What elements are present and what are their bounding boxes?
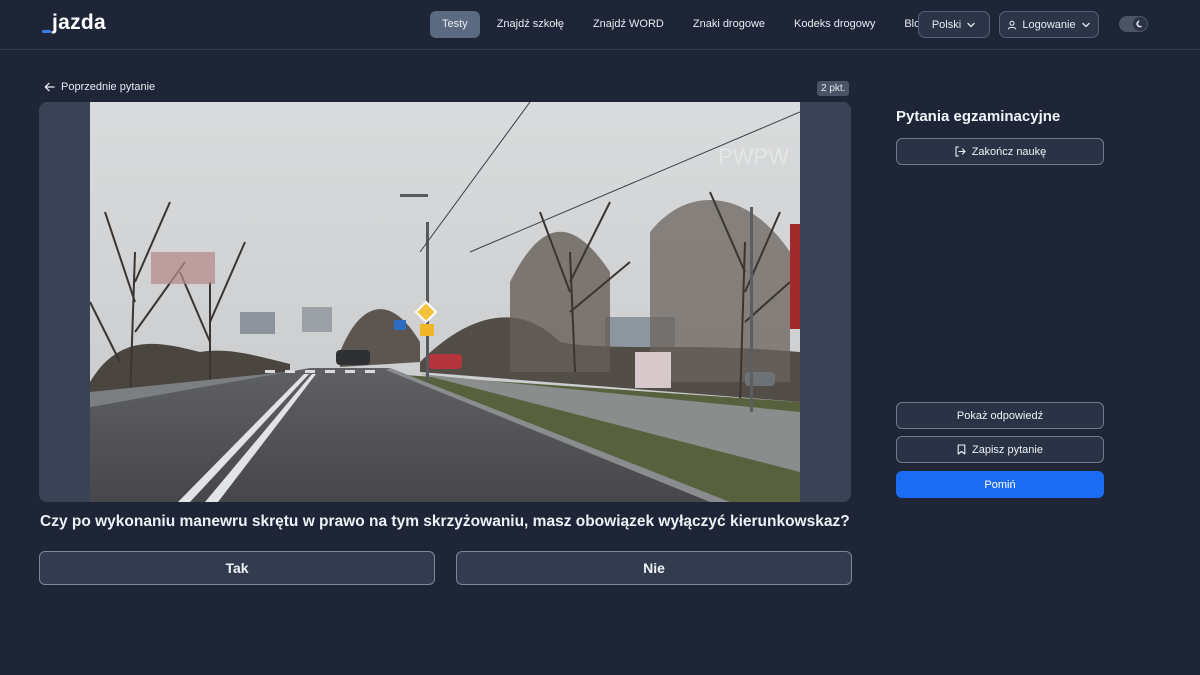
question-media: PWPW — [39, 102, 851, 502]
arrow-left-icon — [44, 82, 55, 92]
nav-item-kodeks-drogowy[interactable]: Kodeks drogowy — [782, 11, 887, 38]
question-text: Czy po wykonaniu manewru skrętu w prawo … — [40, 513, 850, 530]
logo-mark-icon — [42, 19, 51, 35]
exit-icon — [954, 146, 966, 157]
sidebar-title: Pytania egzaminacyjne — [896, 108, 1061, 125]
points-badge: 2 pkt. — [817, 81, 850, 96]
nav-item-znajdz-word[interactable]: Znajdź WORD — [581, 11, 676, 38]
language-label: Polski — [931, 18, 962, 31]
nav-item-znaki-drogowe[interactable]: Znaki drogowe — [681, 11, 777, 38]
logo-text: jazda — [52, 11, 107, 34]
moon-icon — [1133, 17, 1147, 31]
login-label: Logowanie — [1022, 18, 1076, 31]
show-answer-label: Pokaż odpowiedź — [956, 409, 1044, 422]
answer-no-button[interactable]: Nie — [456, 551, 852, 585]
skip-button[interactable]: Pomiń — [896, 471, 1104, 498]
end-learning-button[interactable]: Zakończ naukę — [896, 138, 1104, 165]
save-question-label: Zapisz pytanie — [972, 443, 1043, 456]
road-intersection-photo: PWPW — [90, 102, 800, 502]
chevron-down-icon — [1081, 20, 1091, 30]
bookmark-icon — [957, 444, 966, 455]
previous-question-label: Poprzednie pytanie — [61, 81, 156, 93]
nav-item-testy[interactable]: Testy — [430, 11, 480, 38]
top-navbar: jazda Testy Znajdź szkołę Znajdź WORD Zn… — [0, 0, 1200, 50]
main-nav: Testy Znajdź szkołę Znajdź WORD Znaki dr… — [430, 11, 943, 38]
end-learning-label: Zakończ naukę — [971, 145, 1047, 158]
theme-toggle[interactable] — [1119, 16, 1148, 32]
jazda-logo[interactable]: jazda — [42, 11, 106, 35]
previous-question-link[interactable]: Poprzednie pytanie — [44, 81, 155, 93]
save-question-button[interactable]: Zapisz pytanie — [896, 436, 1104, 463]
user-icon — [1007, 20, 1017, 30]
skip-label: Pomiń — [984, 478, 1016, 491]
login-button[interactable]: Logowanie — [999, 11, 1099, 38]
watermark-text: PWPW — [718, 144, 789, 169]
chevron-down-icon — [966, 20, 976, 30]
show-answer-button[interactable]: Pokaż odpowiedź — [896, 402, 1104, 429]
language-select[interactable]: Polski — [918, 11, 990, 38]
nav-item-znajdz-szkole[interactable]: Znajdź szkołę — [485, 11, 576, 38]
answer-yes-button[interactable]: Tak — [39, 551, 435, 585]
